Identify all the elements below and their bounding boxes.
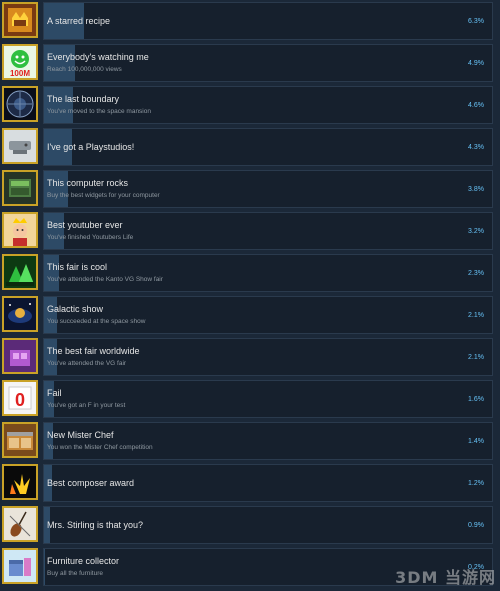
achievement-title: Furniture collector bbox=[47, 556, 120, 566]
achievement-title: Best youtuber ever bbox=[47, 220, 123, 230]
achievement-progress-panel: New Mister Chef You won the Mister Chef c… bbox=[43, 422, 493, 460]
achievement-title: Fail bbox=[47, 388, 62, 398]
achievement-progress-panel: A starred recipe 6.3% bbox=[43, 2, 493, 40]
progress-fill bbox=[44, 297, 58, 333]
zero-grade-icon: 0 bbox=[2, 380, 38, 416]
achievement-progress-panel: Best composer award 1.2% bbox=[43, 464, 493, 502]
unlock-percentage: 6.3% bbox=[468, 18, 484, 25]
progress-fill bbox=[44, 381, 55, 417]
achievement-description: You've attended the Kanto VG Show fair bbox=[47, 276, 163, 283]
achievement-row: Mrs. Stirling is that you? 0.9% bbox=[0, 504, 500, 546]
achievement-row: The last boundary You've moved to the spa… bbox=[0, 84, 500, 126]
progress-fill bbox=[44, 87, 74, 123]
violin-icon bbox=[2, 506, 38, 542]
kitchen-icon bbox=[2, 422, 38, 458]
achievement-description: Buy the best widgets for your computer bbox=[47, 192, 160, 199]
unlock-percentage: 0.9% bbox=[468, 522, 484, 529]
unlock-percentage: 3.8% bbox=[468, 186, 484, 193]
achievement-description: You won the Mister Chef competition bbox=[47, 444, 153, 451]
progress-fill bbox=[44, 213, 65, 249]
progress-fill bbox=[44, 339, 58, 375]
achievement-title: The best fair worldwide bbox=[47, 346, 140, 356]
unlock-percentage: 2.1% bbox=[468, 312, 484, 319]
unlock-percentage: 2.1% bbox=[468, 354, 484, 361]
purple-fair-icon bbox=[2, 338, 38, 374]
unlock-percentage: 4.9% bbox=[468, 60, 484, 67]
achievement-title: New Mister Chef bbox=[47, 430, 114, 440]
galactic-stage-icon bbox=[2, 296, 38, 332]
achievement-title: A starred recipe bbox=[47, 16, 111, 26]
achievement-row: 0 Fail You've got an F in your test 1.6% bbox=[0, 378, 500, 420]
progress-fill bbox=[44, 255, 59, 291]
furniture-icon bbox=[2, 548, 38, 584]
achievement-description: You've got an F in your test bbox=[47, 402, 126, 409]
progress-fill bbox=[44, 45, 76, 81]
svg-text:0: 0 bbox=[15, 390, 25, 410]
achievement-row: Best composer award 1.2% bbox=[0, 462, 500, 504]
fireworks-icon bbox=[2, 464, 38, 500]
crowned-youtuber-icon bbox=[2, 212, 38, 248]
unlock-percentage: 1.6% bbox=[468, 396, 484, 403]
console-icon bbox=[2, 128, 38, 164]
achievement-row: New Mister Chef You won the Mister Chef c… bbox=[0, 420, 500, 462]
achievement-progress-panel: Galactic show You succeeded at the space … bbox=[43, 296, 493, 334]
unlock-percentage: 1.4% bbox=[468, 438, 484, 445]
watermark: 3DM 当游网 bbox=[395, 568, 496, 587]
green-fair-icon bbox=[2, 254, 38, 290]
achievement-description: You've moved to the space mansion bbox=[47, 108, 151, 115]
achievement-title: Mrs. Stirling is that you? bbox=[47, 520, 144, 530]
unlock-percentage: 4.6% bbox=[468, 102, 484, 109]
achievement-description: You've attended the VG fair bbox=[47, 360, 127, 367]
achievement-progress-panel: This fair is cool You've attended the Kan… bbox=[43, 254, 493, 292]
achievement-progress-panel: The best fair worldwide You've attended t… bbox=[43, 338, 493, 376]
achievement-progress-panel: Fail You've got an F in your test 1.6% bbox=[43, 380, 493, 418]
achievement-row: 100M Everybody's watching me Reach 100,000… bbox=[0, 42, 500, 84]
unlock-percentage: 1.2% bbox=[468, 480, 484, 487]
computer-case-icon bbox=[2, 170, 38, 206]
achievement-title: Everybody's watching me bbox=[47, 52, 149, 62]
achievement-progress-panel: I've got a Playstudios! 4.3% bbox=[43, 128, 493, 166]
space-mansion-icon bbox=[2, 86, 38, 122]
achievement-row: A starred recipe 6.3% bbox=[0, 0, 500, 42]
achievement-row: Best youtuber ever You've finished Youtub… bbox=[0, 210, 500, 252]
achievement-description: You succeeded at the space show bbox=[47, 318, 146, 325]
achievement-progress-panel: Mrs. Stirling is that you? 0.9% bbox=[43, 506, 493, 544]
crown-chef-icon bbox=[2, 2, 38, 38]
achievement-row: Galactic show You succeeded at the space … bbox=[0, 294, 500, 336]
progress-fill bbox=[44, 549, 46, 585]
unlock-percentage: 4.3% bbox=[468, 144, 484, 151]
achievement-title: This fair is cool bbox=[47, 262, 108, 272]
achievement-description: Buy all the furniture bbox=[47, 570, 104, 577]
progress-fill bbox=[44, 423, 53, 459]
progress-fill bbox=[44, 171, 69, 207]
unlock-percentage: 2.3% bbox=[468, 270, 484, 277]
achievement-row: The best fair worldwide You've attended t… bbox=[0, 336, 500, 378]
achievement-progress-panel: The last boundary You've moved to the spa… bbox=[43, 86, 493, 124]
achievement-title: Galactic show bbox=[47, 304, 104, 314]
achievement-row: This computer rocks Buy the best widgets … bbox=[0, 168, 500, 210]
100m-smiley-icon: 100M bbox=[2, 44, 38, 80]
achievement-title: The last boundary bbox=[47, 94, 120, 104]
achievement-progress-panel: This computer rocks Buy the best widgets … bbox=[43, 170, 493, 208]
achievement-description: You've finished Youtubers Life bbox=[47, 234, 134, 241]
unlock-percentage: 3.2% bbox=[468, 228, 484, 235]
achievement-progress-panel: Best youtuber ever You've finished Youtub… bbox=[43, 212, 493, 250]
achievement-title: Best composer award bbox=[47, 478, 135, 488]
achievement-progress-panel: Everybody's watching me Reach 100,000,000… bbox=[43, 44, 493, 82]
achievement-description: Reach 100,000,000 views bbox=[47, 66, 122, 73]
svg-text:100M: 100M bbox=[10, 69, 30, 78]
achievement-title: This computer rocks bbox=[47, 178, 129, 188]
achievement-title: I've got a Playstudios! bbox=[47, 142, 135, 152]
achievement-row: This fair is cool You've attended the Kan… bbox=[0, 252, 500, 294]
achievement-row: I've got a Playstudios! 4.3% bbox=[0, 126, 500, 168]
